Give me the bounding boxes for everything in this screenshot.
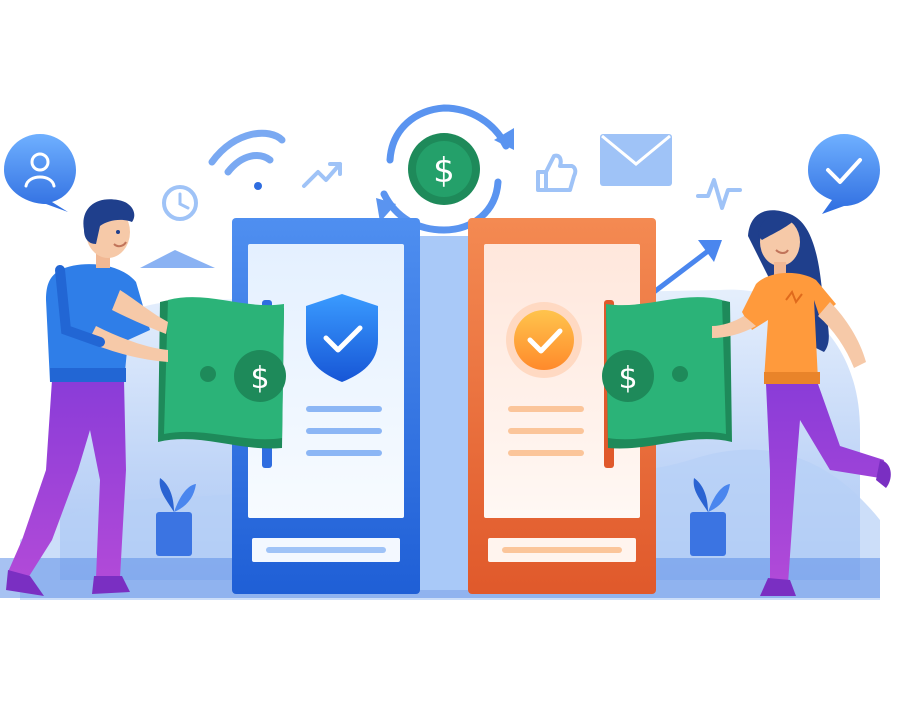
banknote-left: $ (158, 297, 286, 449)
clock-icon (162, 185, 198, 221)
trend-up-icon (302, 162, 342, 188)
money-transfer-illustration: $ $ $ (0, 0, 908, 720)
arrow-up-right-icon (651, 240, 722, 295)
pulse-icon (696, 178, 742, 210)
mail-icon (600, 134, 672, 186)
phones-connector (420, 236, 468, 590)
currency-symbol-top: $ (433, 151, 455, 191)
thumbs-up-icon (536, 153, 578, 192)
check-circle-icon (506, 302, 582, 378)
exchange-cycle-icon: $ (376, 104, 514, 234)
wifi-icon (208, 129, 286, 190)
check-bubble-icon (808, 134, 880, 214)
user-icon (4, 134, 76, 212)
currency-symbol-right: $ (618, 361, 637, 396)
banknote-right: $ (602, 297, 732, 449)
illustration-canvas: $ $ $ (0, 104, 891, 600)
currency-symbol-left: $ (250, 361, 269, 396)
